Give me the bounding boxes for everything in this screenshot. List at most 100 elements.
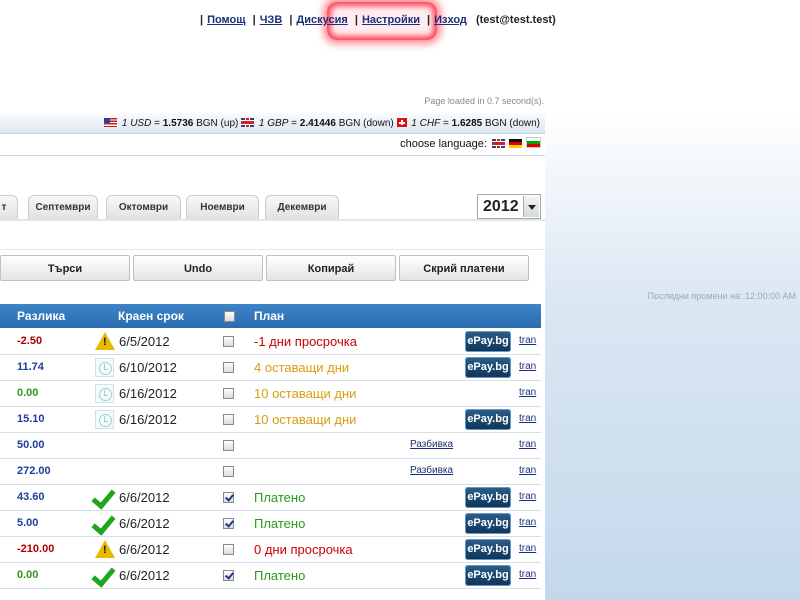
table-row: 50.00 Разбивка tran	[0, 433, 541, 459]
chevron-down-icon[interactable]	[523, 196, 539, 217]
epay-button[interactable]: ePay.bg	[465, 409, 511, 430]
bulgarian-flag-icon[interactable]	[526, 137, 541, 148]
due-date: 6/6/2012	[119, 516, 170, 531]
tab-december[interactable]: Декември	[265, 195, 339, 219]
usd-label: 1 USD	[121, 118, 152, 129]
epay-button[interactable]: ePay.bg	[465, 539, 511, 560]
due-date: 6/16/2012	[119, 386, 177, 401]
year-select[interactable]: 2012	[477, 194, 541, 219]
plan-status: Платено	[254, 490, 306, 505]
row-checkbox[interactable]	[223, 440, 234, 451]
tran-link[interactable]: tran	[519, 569, 536, 580]
copy-button[interactable]: Копирай	[266, 255, 396, 281]
chf-rate: 1.6285	[451, 118, 483, 129]
hide-paid-button[interactable]: Скрий платени	[399, 255, 529, 281]
tran-link[interactable]: tran	[519, 361, 536, 372]
german-flag-icon[interactable]	[509, 139, 522, 148]
diff-value: -2.50	[17, 335, 43, 347]
diff-value: 0.00	[17, 569, 39, 581]
row-checkbox[interactable]	[223, 570, 234, 581]
undo-button[interactable]: Undo	[133, 255, 263, 281]
current-user: (test@test.test)	[475, 14, 556, 26]
row-checkbox[interactable]	[223, 466, 234, 477]
table-row: 0.00 6/16/2012 10 оставащи дни tran	[0, 381, 541, 407]
table-row: 15.10 6/16/2012 10 оставащи дни ePay.bg tran	[0, 407, 541, 433]
row-checkbox[interactable]	[223, 388, 234, 399]
check-icon	[91, 510, 116, 536]
tran-link[interactable]: tran	[519, 439, 536, 450]
plan-status: -1 дни просрочка	[254, 334, 357, 349]
currency-bar: 1 USD = 1.5736 BGN (up) 1 GBP = 2.41446 …	[0, 113, 545, 134]
tab-september[interactable]: Септември	[28, 195, 98, 219]
epay-button[interactable]: ePay.bg	[465, 513, 511, 534]
breakdown-link[interactable]: Разбивка	[410, 465, 453, 476]
tran-link[interactable]: tran	[519, 465, 536, 476]
nav-faq-link[interactable]: ЧЗВ	[260, 14, 283, 26]
tran-link[interactable]: tran	[519, 491, 536, 502]
chf-label: 1 CHF	[411, 118, 441, 129]
plan-status: Платено	[254, 516, 306, 531]
header-diff[interactable]: Разлика	[17, 309, 65, 323]
row-checkbox[interactable]	[223, 518, 234, 529]
diff-value: 0.00	[17, 387, 39, 399]
due-date: 6/6/2012	[119, 568, 170, 583]
select-all-checkbox[interactable]	[224, 311, 235, 322]
header-due-date[interactable]: Краен срок	[118, 309, 184, 323]
section-divider	[0, 249, 545, 250]
row-checkbox[interactable]	[223, 492, 234, 503]
year-value: 2012	[483, 198, 519, 215]
diff-value: 15.10	[17, 413, 45, 425]
due-date: 6/6/2012	[119, 542, 170, 557]
plan-status: 10 оставащи дни	[254, 412, 357, 427]
due-date: 6/6/2012	[119, 490, 170, 505]
clock-icon	[95, 384, 114, 403]
epay-button[interactable]: ePay.bg	[465, 487, 511, 508]
breakdown-link[interactable]: Разбивка	[410, 439, 453, 450]
diff-value: 50.00	[17, 439, 45, 451]
tran-link[interactable]: tran	[519, 413, 536, 424]
ch-flag-icon	[396, 118, 407, 127]
plan-status: Платено	[254, 568, 306, 583]
tab-november[interactable]: Ноември	[186, 195, 259, 219]
diff-value: 5.00	[17, 517, 39, 529]
plan-status: 10 оставащи дни	[254, 386, 357, 401]
english-flag-icon[interactable]	[492, 139, 505, 148]
diff-value: 11.74	[17, 361, 44, 373]
plan-status: 0 дни просрочка	[254, 542, 353, 557]
epay-button[interactable]: ePay.bg	[465, 357, 511, 378]
diff-value: -210.00	[17, 543, 55, 555]
nav-discussion-link[interactable]: Дискусия	[296, 14, 347, 26]
tran-link[interactable]: tran	[519, 543, 536, 554]
tab-month-partial[interactable]: т	[0, 195, 18, 219]
tran-link[interactable]: tran	[519, 517, 536, 528]
tran-link[interactable]: tran	[519, 387, 536, 398]
nav-logout-link[interactable]: Изход	[434, 14, 467, 26]
row-checkbox[interactable]	[223, 544, 234, 555]
epay-button[interactable]: ePay.bg	[465, 331, 511, 352]
row-checkbox[interactable]	[223, 414, 234, 425]
clock-icon	[95, 410, 114, 429]
tab-october[interactable]: Октомври	[106, 195, 181, 219]
due-date: 6/5/2012	[119, 334, 170, 349]
warning-icon	[95, 540, 115, 558]
header-divider	[0, 155, 545, 156]
table-row: 0.00 6/6/2012 Платено ePay.bg tran	[0, 562, 541, 589]
us-flag-icon	[104, 118, 118, 127]
nav-help-link[interactable]: Помощ	[207, 14, 245, 26]
header-plan[interactable]: План	[254, 309, 284, 323]
table-row: -2.50 6/5/2012 -1 дни просрочка ePay.bg tran	[0, 329, 541, 355]
row-checkbox[interactable]	[223, 336, 234, 347]
nav-settings-link[interactable]: Настройки	[362, 14, 420, 26]
gb-flag-icon	[241, 118, 255, 127]
diff-value: 43.60	[17, 491, 45, 503]
check-icon	[91, 484, 116, 510]
diff-value: 272.00	[17, 465, 51, 477]
row-checkbox[interactable]	[223, 362, 234, 373]
epay-button[interactable]: ePay.bg	[465, 565, 511, 586]
top-navigation: | Помощ | ЧЗВ | Дискусия | Настройки | Изход …	[200, 14, 556, 26]
search-button[interactable]: Търси	[0, 255, 130, 281]
table-row: 5.00 6/6/2012 Платено ePay.bg tran	[0, 510, 541, 537]
tran-link[interactable]: tran	[519, 335, 536, 346]
clock-icon	[95, 358, 114, 377]
table-header: Разлика Краен срок План	[0, 304, 541, 328]
